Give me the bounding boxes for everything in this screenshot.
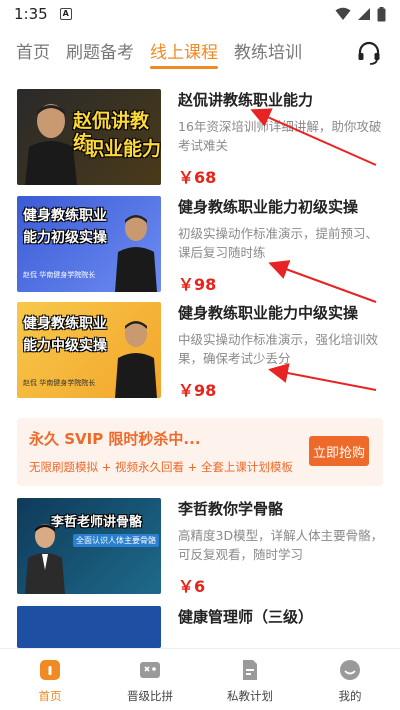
nav-training-plan[interactable]: 私教计划 bbox=[200, 649, 300, 710]
nav-profile[interactable]: 我的 bbox=[300, 649, 400, 710]
thumb-caption: 赵侃 华南健身学院院长 bbox=[23, 379, 96, 387]
course-description: 中级实操动作标准演示，强化培训效果，确保考试少丢分 bbox=[178, 332, 379, 366]
status-bar: 1:35 A bbox=[0, 0, 400, 28]
thumb-text-line2: 能力中级实操 bbox=[23, 338, 107, 354]
tab-home[interactable]: 首页 bbox=[16, 38, 50, 69]
tab-online-courses[interactable]: 线上课程 bbox=[150, 38, 218, 69]
instructor-photo bbox=[25, 104, 77, 185]
tab-coach-training[interactable]: 教练培训 bbox=[234, 38, 302, 69]
instructor-photo bbox=[115, 321, 157, 398]
course-title: 赵侃讲教练职业能力 bbox=[178, 91, 314, 109]
thumb-caption: 赵侃 华南健身学院院长 bbox=[23, 271, 96, 279]
top-tabs: 首页 刷题备考 线上课程 教练培训 bbox=[0, 30, 400, 74]
document-icon bbox=[243, 660, 257, 680]
course-price: ￥98 bbox=[178, 381, 217, 400]
nav-competition[interactable]: 晋级比拼 bbox=[100, 649, 200, 710]
tab-exam-prep[interactable]: 刷题备考 bbox=[66, 38, 134, 69]
course-card-3[interactable]: 健身教练职业 能力中级实操 赵侃 华南健身学院院长 健身教练职业能力中级实操 中… bbox=[17, 302, 387, 402]
profile-icon bbox=[340, 660, 360, 680]
svip-promo-banner[interactable]: 永久 SVIP 限时秒杀中... 无限刷题模拟 + 视频永久回看 + 全套上课计… bbox=[17, 418, 383, 486]
course-price: ￥68 bbox=[178, 168, 217, 187]
signal-icon bbox=[358, 8, 370, 20]
nav-home-label: 首页 bbox=[38, 689, 62, 703]
bottom-navigation: 首页 晋级比拼 私教计划 我的 bbox=[0, 648, 400, 710]
course-card-4[interactable]: 李哲老师讲骨骼 全面认识人体主要骨骼 李哲教你学骨骼 高精度3D模型，详解人体主… bbox=[17, 498, 387, 598]
course-description: 初级实操动作标准演示，提前预习、课后复习随时练 bbox=[178, 226, 379, 260]
course-card-1[interactable]: 赵侃讲教练 职业能力 赵侃讲教练职业能力 16年资深培训师详细讲解，助你攻破考试… bbox=[17, 89, 387, 189]
thumb-text-line2: 能力初级实操 bbox=[23, 230, 107, 246]
course-thumbnail: 李哲老师讲骨骼 全面认识人体主要骨骼 bbox=[17, 498, 161, 594]
headset-icon[interactable] bbox=[356, 40, 382, 66]
gamepad-icon bbox=[140, 662, 160, 678]
buy-now-button[interactable]: 立即抢购 bbox=[309, 436, 369, 466]
course-thumbnail: 健身教练职业 能力初级实操 赵侃 华南健身学院院长 bbox=[17, 196, 161, 292]
promo-subtitle: 无限刷题模拟 + 视频永久回看 + 全套上课计划模板 bbox=[29, 460, 293, 474]
thumb-subtitle: 全面认识人体主要骨骼 bbox=[73, 534, 159, 547]
course-thumbnail bbox=[17, 606, 161, 648]
thumb-text-line1: 健身教练职业 bbox=[23, 208, 107, 224]
nav-home[interactable]: 首页 bbox=[0, 649, 100, 710]
course-title: 健身教练职业能力初级实操 bbox=[178, 198, 359, 216]
wifi-icon bbox=[335, 7, 351, 20]
course-price: ￥98 bbox=[178, 275, 217, 294]
instructor-photo bbox=[25, 524, 65, 594]
thumb-text-line2: 职业能力 bbox=[85, 138, 161, 160]
course-title: 健身教练职业能力中级实操 bbox=[178, 304, 359, 322]
instructor-photo bbox=[115, 215, 157, 292]
nav-competition-label: 晋级比拼 bbox=[127, 689, 173, 703]
status-time: 1:35 bbox=[14, 5, 48, 23]
nav-profile-label: 我的 bbox=[338, 689, 362, 703]
course-title: 健康管理师（三级） bbox=[178, 608, 314, 626]
course-thumbnail: 赵侃讲教练 职业能力 bbox=[17, 89, 161, 185]
home-icon bbox=[40, 660, 60, 680]
course-card-2[interactable]: 健身教练职业 能力初级实操 赵侃 华南健身学院院长 健身教练职业能力初级实操 初… bbox=[17, 196, 387, 296]
course-title: 李哲教你学骨骼 bbox=[178, 500, 284, 518]
thumb-text-line1: 健身教练职业 bbox=[23, 316, 107, 332]
course-description: 16年资深培训师详细讲解，助你攻破考试难关 bbox=[178, 119, 382, 153]
course-card-5[interactable]: 健康管理师（三级） bbox=[17, 606, 387, 648]
course-description: 高精度3D模型，详解人体主要骨骼，可反复观看，随时学习 bbox=[178, 528, 384, 562]
course-thumbnail: 健身教练职业 能力中级实操 赵侃 华南健身学院院长 bbox=[17, 302, 161, 398]
nav-training-plan-label: 私教计划 bbox=[227, 689, 273, 703]
course-price: ￥6 bbox=[178, 577, 206, 596]
battery-icon bbox=[377, 6, 386, 21]
promo-title: 永久 SVIP 限时秒杀中... bbox=[29, 430, 201, 448]
notification-a-icon: A bbox=[59, 8, 72, 20]
